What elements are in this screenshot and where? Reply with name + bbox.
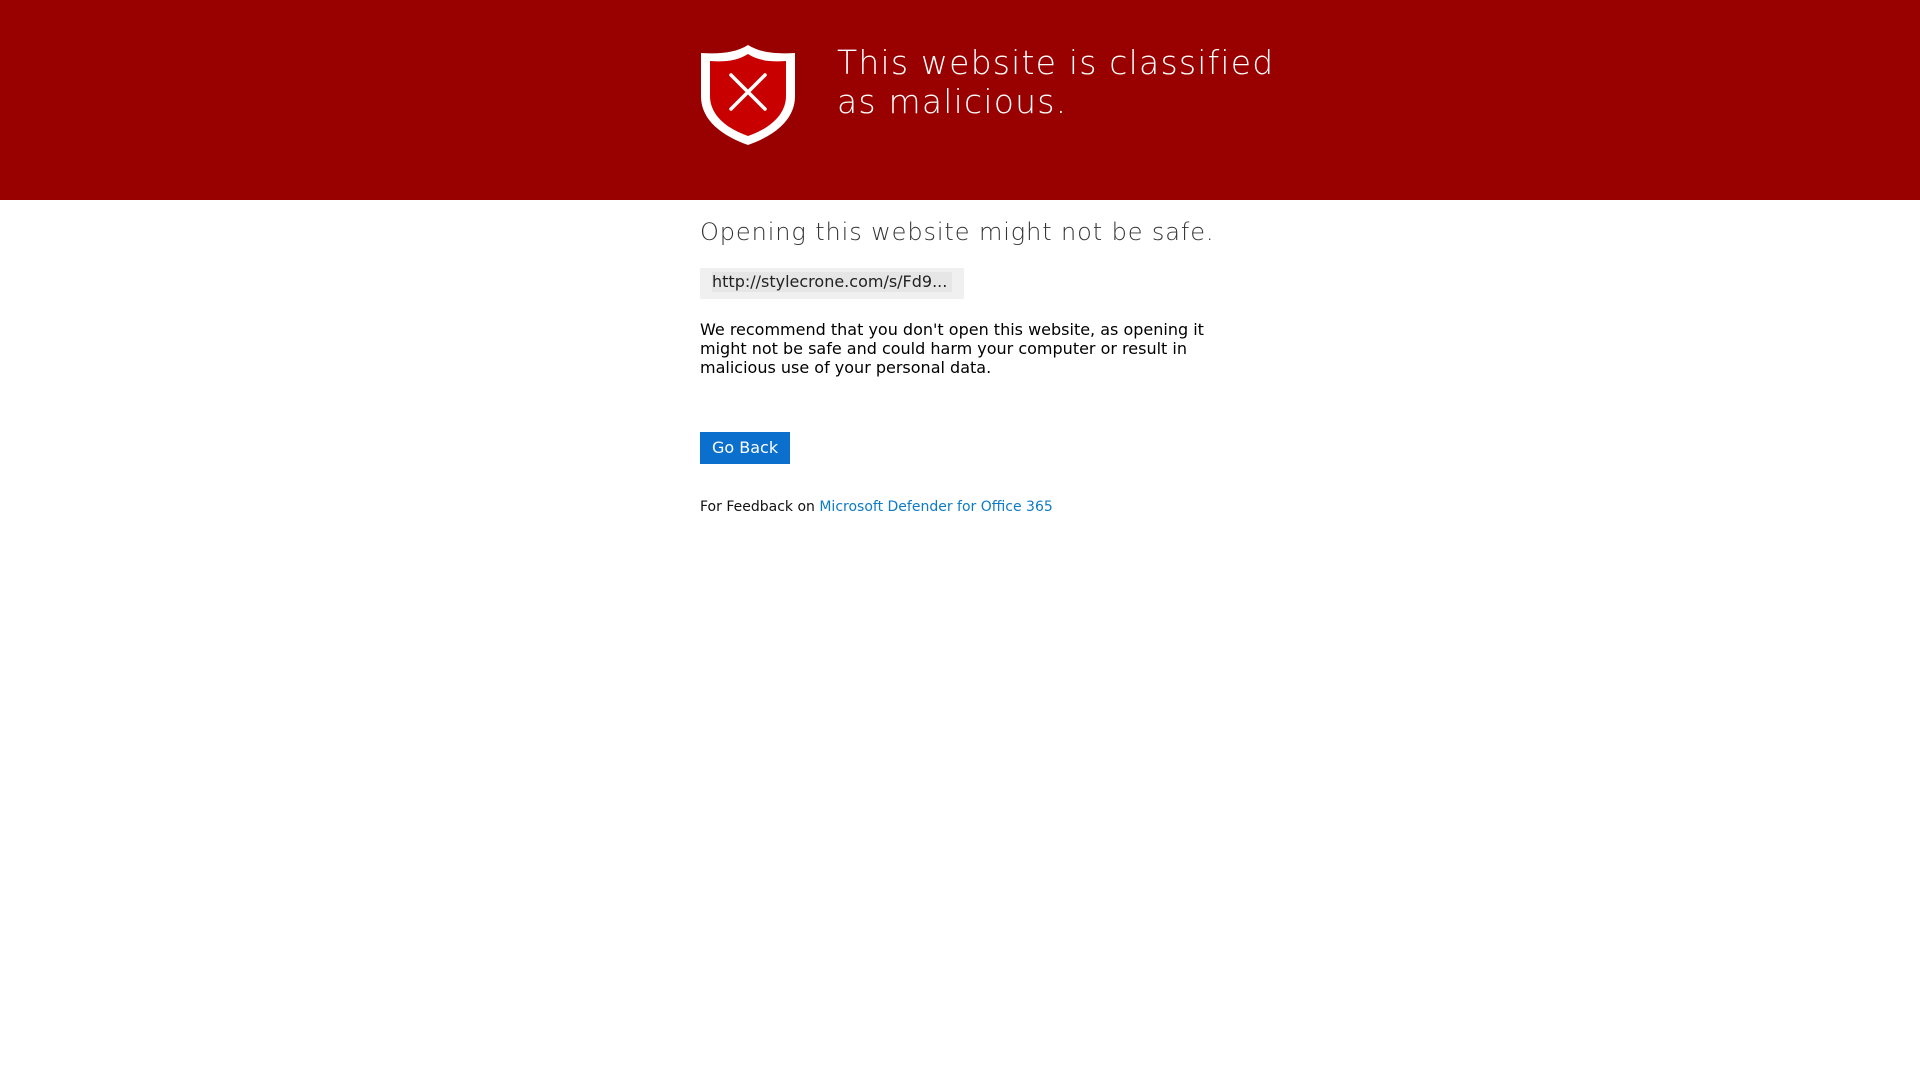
blocked-url: http://stylecrone.com/s/Fd9... <box>712 272 952 292</box>
feedback-prefix: For Feedback on <box>700 499 815 515</box>
recommendation-text: We recommend that you don't open this we… <box>700 320 1204 377</box>
defender-feedback-link[interactable]: Microsoft Defender for Office 365 <box>819 499 1052 515</box>
warning-banner: This website is classified as malicious. <box>0 0 1920 200</box>
shield-x-icon <box>701 45 795 145</box>
warning-subtitle: Opening this website might not be safe. <box>700 218 1215 246</box>
page-title: This website is classified as malicious. <box>837 43 1275 121</box>
blocked-url-box: http://stylecrone.com/s/Fd9... <box>700 268 964 299</box>
go-back-button[interactable]: Go Back <box>700 432 791 464</box>
feedback-line: For Feedback on Microsoft Defender for O… <box>700 498 1053 516</box>
